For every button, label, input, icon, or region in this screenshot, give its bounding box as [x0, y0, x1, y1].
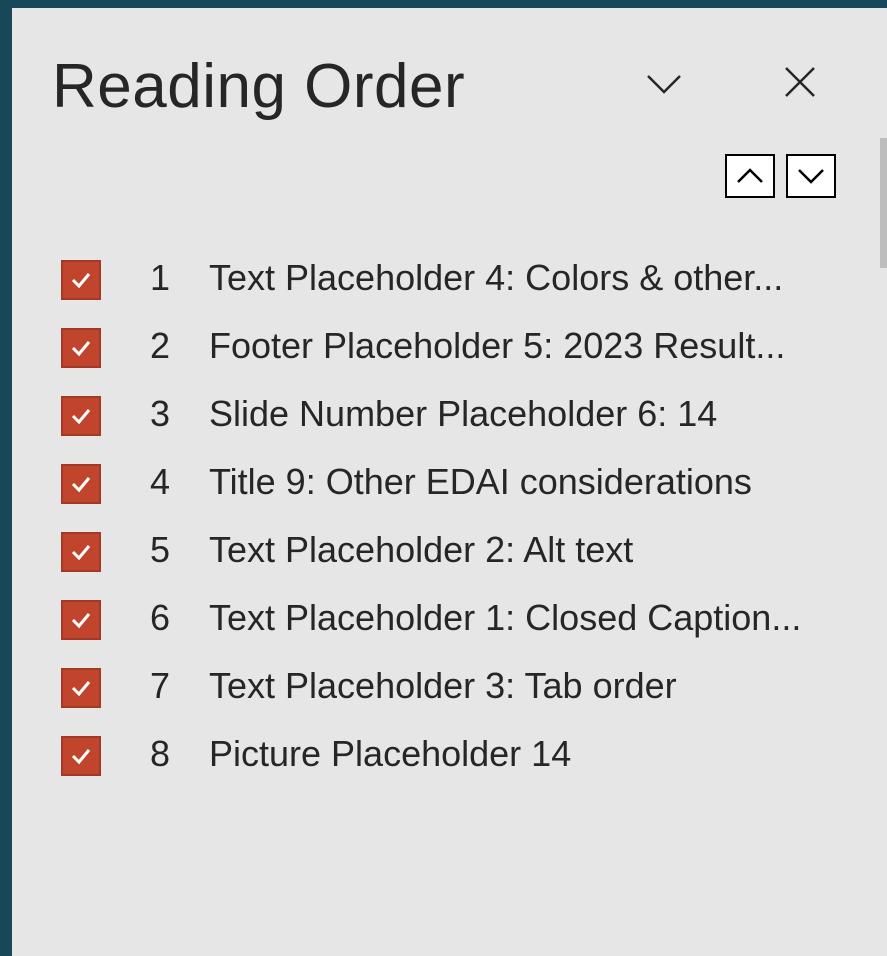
item-number: 2 — [150, 325, 171, 366]
close-icon — [785, 67, 815, 97]
chevron-up-icon — [737, 168, 763, 183]
item-number: 8 — [150, 733, 171, 774]
checkmark-icon — [71, 613, 91, 629]
item-label: Picture Placeholder 14 — [209, 733, 572, 774]
item-checkbox[interactable] — [61, 328, 101, 368]
item-number: 4 — [150, 461, 171, 502]
list-item[interactable]: 7 Text Placeholder 3: Tab order — [12, 652, 872, 714]
item-checkbox[interactable] — [61, 736, 101, 776]
checkmark-icon — [71, 681, 91, 697]
chevron-down-icon — [798, 169, 824, 184]
item-label: Text Placeholder 4: Colors & other... — [209, 257, 784, 298]
pane-title: Reading Order — [52, 52, 466, 121]
item-number: 6 — [150, 597, 171, 638]
scrollbar-thumb[interactable] — [880, 138, 887, 268]
item-label: Title 9: Other EDAI considerations — [209, 461, 752, 502]
checkmark-icon — [71, 477, 91, 493]
checkmark-icon — [71, 341, 91, 357]
list-item[interactable]: 4 Title 9: Other EDAI considerations — [12, 448, 872, 510]
item-number: 3 — [150, 393, 171, 434]
window-frame-left — [0, 0, 12, 956]
item-checkbox[interactable] — [61, 600, 101, 640]
list-item[interactable]: 1 Text Placeholder 4: Colors & other... — [12, 244, 872, 306]
item-label: Text Placeholder 3: Tab order — [209, 665, 677, 706]
checkmark-icon — [71, 545, 91, 561]
list-item[interactable]: 5 Text Placeholder 2: Alt text — [12, 516, 872, 578]
list-item[interactable]: 3 Slide Number Placeholder 6: 14 — [12, 380, 872, 442]
item-label: Text Placeholder 1: Closed Caption... — [209, 597, 802, 638]
checkmark-icon — [71, 749, 91, 765]
item-checkbox[interactable] — [61, 464, 101, 504]
item-checkbox[interactable] — [61, 396, 101, 436]
item-label: Text Placeholder 2: Alt text — [209, 529, 634, 570]
list-item[interactable]: 2 Footer Placeholder 5: 2023 Result... — [12, 312, 872, 374]
item-label: Footer Placeholder 5: 2023 Result... — [209, 325, 786, 366]
item-number: 7 — [150, 665, 171, 706]
list-item[interactable]: 6 Text Placeholder 1: Closed Caption... — [12, 584, 872, 646]
item-number: 5 — [150, 529, 171, 570]
item-checkbox[interactable] — [61, 668, 101, 708]
window-frame-top — [0, 0, 887, 8]
item-checkbox[interactable] — [61, 532, 101, 572]
chevron-down-icon — [647, 75, 681, 94]
reading-order-pane: Reading Order 1 Text Placeholder 4: Colo… — [12, 8, 887, 956]
move-up-button[interactable] — [725, 154, 775, 198]
pane-options-button[interactable] — [642, 62, 686, 106]
checkmark-icon — [71, 409, 91, 425]
item-number: 1 — [150, 257, 171, 298]
checkmark-icon — [71, 273, 91, 289]
close-button[interactable] — [778, 60, 822, 104]
item-checkbox[interactable] — [61, 260, 101, 300]
item-label: Slide Number Placeholder 6: 14 — [209, 393, 718, 434]
move-down-button[interactable] — [786, 154, 836, 198]
list-item[interactable]: 8 Picture Placeholder 14 — [12, 720, 872, 782]
